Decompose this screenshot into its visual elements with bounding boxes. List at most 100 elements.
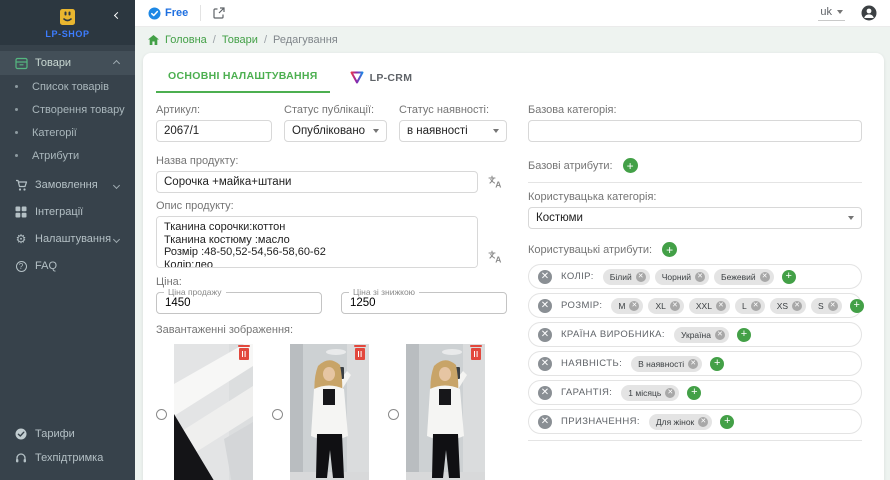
attribute-chip[interactable]: XS✕ [770, 298, 806, 314]
attribute-chip[interactable]: S✕ [811, 298, 842, 314]
remove-chip-icon[interactable]: ✕ [695, 272, 705, 282]
sidebar-item-settings[interactable]: ⚙ Налаштування [0, 227, 135, 251]
breadcrumb-products-link[interactable]: Товари [222, 34, 258, 46]
attribute-chip[interactable]: XXL✕ [689, 298, 730, 314]
image-item [388, 344, 485, 480]
delete-image-icon[interactable] [471, 348, 481, 360]
cart-icon [14, 179, 28, 192]
add-value-button[interactable]: + [737, 328, 751, 342]
sidebar-item-support[interactable]: Техпідтримка [0, 446, 135, 470]
attribute-chip[interactable]: В наявності✕ [631, 356, 702, 372]
remove-attribute-icon[interactable]: ✕ [538, 386, 552, 400]
attribute-row-warranty: ✕ ГАРАНТІЯ: 1 місяць✕ + [528, 380, 862, 405]
main-image-radio[interactable] [156, 409, 167, 420]
sidebar-item-label: FAQ [35, 260, 121, 272]
add-value-button[interactable]: + [850, 299, 864, 313]
sidebar-collapse-button[interactable] [109, 7, 125, 23]
avatar[interactable] [861, 5, 877, 21]
remove-chip-icon[interactable]: ✕ [715, 330, 725, 340]
main-image-radio[interactable] [272, 409, 283, 420]
remove-chip-icon[interactable]: ✕ [665, 388, 675, 398]
images-label: Завантаженні зображення: [156, 324, 508, 336]
sidebar-item-label: Товари [35, 57, 114, 69]
product-image[interactable] [406, 344, 485, 480]
breadcrumb-current: Редагування [273, 34, 338, 46]
add-value-button[interactable]: + [710, 357, 724, 371]
sidebar-item-integrations[interactable]: Інтеграції [0, 200, 135, 224]
remove-attribute-icon[interactable]: ✕ [538, 415, 552, 429]
remove-attribute-icon[interactable]: ✕ [538, 299, 552, 313]
sidebar-item-product-list[interactable]: Список товарів [0, 75, 135, 98]
base-category-input[interactable] [528, 120, 862, 142]
external-link-icon[interactable] [213, 7, 225, 19]
product-image[interactable] [290, 344, 369, 480]
attribute-chip[interactable]: Для жінок✕ [649, 414, 712, 430]
add-custom-attribute-button[interactable]: + [662, 242, 677, 257]
remove-chip-icon[interactable]: ✕ [636, 272, 646, 282]
publish-status-value[interactable] [284, 120, 387, 142]
sidebar-item-product-create[interactable]: Створення товару [0, 98, 135, 121]
remove-attribute-icon[interactable]: ✕ [538, 328, 552, 342]
remove-chip-icon[interactable]: ✕ [828, 301, 838, 311]
sidebar-subitem-label: Список товарів [32, 81, 109, 93]
add-value-button[interactable]: + [687, 386, 701, 400]
main-image-radio[interactable] [388, 409, 399, 420]
add-value-button[interactable]: + [782, 270, 796, 284]
sidebar-item-tariffs[interactable]: Тарифи [0, 422, 135, 446]
chip-label: XL [655, 301, 665, 311]
delete-image-icon[interactable] [355, 348, 365, 360]
remove-chip-icon[interactable]: ✕ [792, 301, 802, 311]
attribute-chip[interactable]: Чорний✕ [655, 269, 709, 285]
language-select[interactable]: uk [818, 5, 845, 21]
remove-chip-icon[interactable]: ✕ [629, 301, 639, 311]
help-icon: ? [14, 261, 28, 272]
sidebar-item-attributes[interactable]: Атрибути [0, 144, 135, 167]
custom-category-select[interactable] [528, 207, 862, 229]
breadcrumb-home-link[interactable]: Головна [165, 34, 207, 46]
divider [528, 440, 862, 441]
product-name-input[interactable] [156, 171, 478, 193]
tab-lp-crm[interactable]: LP-CRM [338, 67, 425, 93]
attribute-chip[interactable]: Білий✕ [603, 269, 650, 285]
attribute-name: РОЗМІР: [561, 300, 602, 311]
translate-icon[interactable]: A [487, 174, 503, 190]
remove-chip-icon[interactable]: ✕ [698, 417, 708, 427]
translate-icon[interactable]: A [487, 249, 503, 265]
attribute-chip[interactable]: L✕ [735, 298, 765, 314]
remove-chip-icon[interactable]: ✕ [760, 272, 770, 282]
sku-input[interactable] [156, 120, 272, 142]
stock-status-select[interactable] [399, 120, 507, 142]
custom-category-value[interactable] [528, 207, 862, 229]
sidebar-item-orders[interactable]: Замовлення [0, 173, 135, 197]
add-value-button[interactable]: + [720, 415, 734, 429]
plan-badge[interactable]: Free [148, 7, 188, 20]
sale-price-label: Ціна продажу [164, 287, 226, 297]
plan-badge-label: Free [165, 7, 188, 19]
product-image[interactable] [174, 344, 253, 480]
sidebar-item-products[interactable]: Товари [0, 51, 135, 75]
custom-category-label: Користувацька категорія: [528, 191, 862, 203]
image-item [272, 344, 369, 480]
sidebar-item-faq[interactable]: ? FAQ [0, 254, 135, 278]
delete-image-icon[interactable] [239, 348, 249, 360]
description-textarea[interactable]: Тканина сорочки:коттон Тканина костюму :… [156, 216, 478, 268]
sidebar-item-categories[interactable]: Категорії [0, 121, 135, 144]
remove-attribute-icon[interactable]: ✕ [538, 357, 552, 371]
tabs: ОСНОВНІ НАЛАШТУВАННЯ LP-CRM [156, 66, 862, 93]
gear-icon: ⚙ [14, 233, 28, 245]
attribute-chip[interactable]: XL ✕ [648, 298, 683, 314]
attribute-chip[interactable]: Україна✕ [674, 327, 729, 343]
remove-attribute-icon[interactable]: ✕ [538, 270, 552, 284]
attribute-chip[interactable]: М✕ [611, 298, 643, 314]
remove-chip-icon[interactable]: ✕ [688, 359, 698, 369]
tab-main-settings[interactable]: ОСНОВНІ НАЛАШТУВАННЯ [156, 66, 330, 93]
attribute-row-country: ✕ КРАЇНА ВИРОБНИКА: Україна✕ + [528, 322, 862, 347]
remove-chip-icon[interactable]: ✕ [670, 301, 680, 311]
remove-chip-icon[interactable]: ✕ [751, 301, 761, 311]
attribute-chip[interactable]: Бежевий✕ [714, 269, 774, 285]
remove-chip-icon[interactable]: ✕ [716, 301, 726, 311]
publish-status-select[interactable] [284, 120, 387, 142]
add-base-attribute-button[interactable]: + [623, 158, 638, 173]
stock-status-value[interactable] [399, 120, 507, 142]
attribute-chip[interactable]: 1 місяць✕ [621, 385, 679, 401]
